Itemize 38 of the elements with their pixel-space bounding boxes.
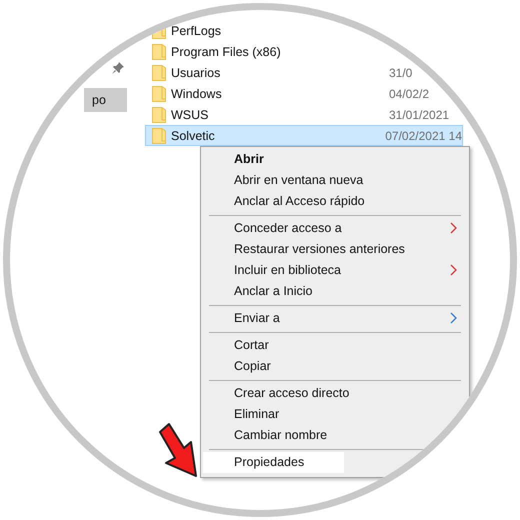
menu-item[interactable]: Enviar a (203, 308, 467, 329)
menu-item[interactable]: Cambiar nombre (203, 425, 368, 446)
menu-item[interactable]: Propiedades (203, 452, 344, 473)
folder-icon (152, 64, 166, 80)
folder-icon (152, 86, 166, 102)
file-row[interactable]: PerfLogs (145, 20, 463, 41)
file-date: 04/02/2 (389, 86, 430, 100)
file-name: Usuarios (171, 66, 222, 80)
menu-item[interactable]: Copiar (203, 356, 311, 377)
file-date: 07/02/2021 14 (385, 128, 462, 142)
file-name: Windows (171, 86, 223, 100)
menu-item[interactable]: Abrir en ventana nueva (203, 170, 404, 191)
folder-icon (152, 128, 166, 144)
file-name: Solvetic (171, 128, 216, 142)
menu-item[interactable]: Conceder acceso a (203, 218, 467, 239)
file-row[interactable]: Usuarios 31/0 (145, 62, 463, 83)
nav-item[interactable]: po (84, 88, 127, 112)
file-date: 31/01/2021 (389, 108, 450, 122)
file-row[interactable]: Windows 04/02/2 (145, 83, 463, 104)
file-row[interactable]: Solvetic 07/02/2021 14 (145, 125, 463, 146)
menu-item[interactable]: Eliminar (203, 404, 320, 425)
folder-icon (152, 44, 166, 60)
menu-item[interactable]: Anclar a Inicio (203, 281, 353, 302)
file-name: PerfLogs (171, 24, 222, 38)
file-row[interactable]: WSUS 31/01/2021 (145, 104, 463, 125)
menu-item[interactable]: Abrir (203, 149, 304, 170)
pin-icon[interactable] (112, 62, 124, 74)
menu-item[interactable]: Restaurar versiones anteriores (203, 239, 445, 260)
menu-item[interactable]: Anclar al Acceso rápido (203, 191, 405, 212)
file-row[interactable]: Program Files (x86) (145, 41, 463, 62)
folder-icon (152, 106, 166, 122)
file-name: Program Files (x86) (171, 44, 282, 58)
arrow-icon (158, 422, 198, 478)
menu-item[interactable]: Cortar (203, 335, 309, 356)
file-date: 31/0 (389, 66, 412, 80)
file-name: WSUS (171, 108, 210, 122)
menu-item[interactable]: Incluir en biblioteca (203, 260, 467, 281)
menu-item[interactable]: Crear acceso directo (203, 383, 390, 404)
